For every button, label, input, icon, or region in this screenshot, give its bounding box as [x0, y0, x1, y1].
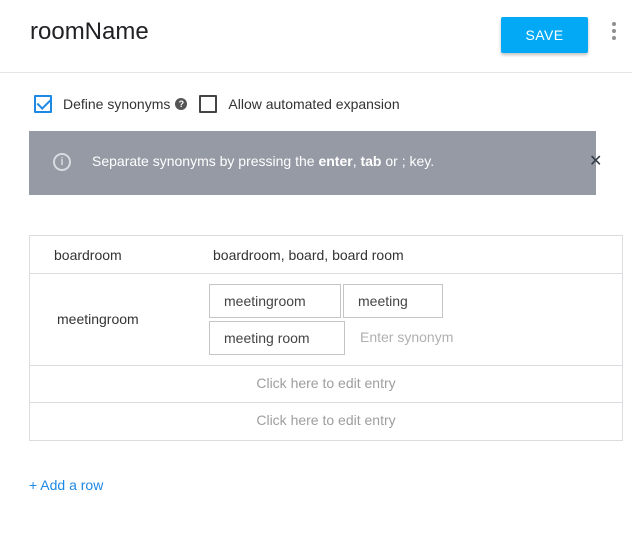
synonym-chip[interactable]: meeting room — [209, 321, 345, 355]
more-vert-icon[interactable] — [608, 22, 620, 44]
page-title: roomName — [30, 18, 149, 45]
help-icon[interactable]: ? — [175, 98, 188, 110]
reference-value: boardroom — [54, 247, 122, 263]
add-row-link[interactable]: + Add a row — [29, 477, 103, 493]
define-synonyms-checkbox[interactable] — [34, 95, 52, 113]
table-row[interactable]: boardroom boardroom, board, board room — [30, 236, 622, 274]
synonym-chip[interactable]: meeting — [343, 284, 443, 318]
define-synonyms-label: Define synonyms — [63, 96, 171, 112]
info-icon: i — [53, 153, 71, 171]
header: roomName SAVE — [0, 0, 632, 73]
entries-table: boardroom boardroom, board, board room m… — [29, 235, 623, 441]
options-row: Define synonyms ? Allow automated expans… — [34, 93, 400, 115]
synonym-chip[interactable]: meetingroom — [209, 284, 341, 318]
allow-expansion-checkbox[interactable] — [199, 95, 218, 113]
edit-entry-placeholder[interactable]: Click here to edit entry — [30, 375, 622, 391]
allow-expansion-label: Allow automated expansion — [228, 96, 400, 112]
table-row[interactable]: Click here to edit entry — [30, 403, 622, 440]
reference-value: meetingroom — [57, 311, 139, 327]
edit-entry-placeholder[interactable]: Click here to edit entry — [30, 412, 622, 428]
close-icon[interactable]: ✕ — [589, 151, 602, 171]
synonyms-text: boardroom, board, board room — [213, 247, 404, 263]
table-row[interactable]: meetingroom meetingroom meeting meeting … — [30, 274, 622, 366]
save-button[interactable]: SAVE — [501, 17, 588, 53]
table-row[interactable]: Click here to edit entry — [30, 366, 622, 403]
info-banner: i Separate synonyms by pressing the ente… — [29, 131, 602, 195]
banner-text: Separate synonyms by pressing the enter,… — [92, 153, 435, 169]
synonym-input[interactable]: Enter synonym — [360, 329, 453, 345]
